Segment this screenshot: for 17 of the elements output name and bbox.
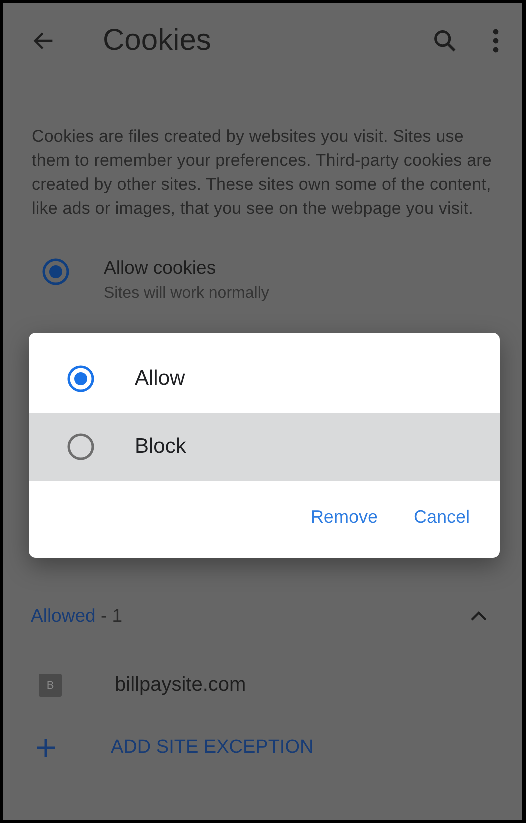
search-icon bbox=[432, 28, 458, 54]
cookies-description: Cookies are files created by websites you visit. Sites use them to remember your preferences. Third-party cookies are created by other sites. These sites own some of the content, like ads or images, that you see on the webpage you visit. bbox=[32, 126, 493, 220]
radio-button[interactable] bbox=[66, 364, 96, 394]
dialog-option[interactable]: Block bbox=[29, 413, 500, 481]
chevron-icon[interactable] bbox=[470, 610, 488, 622]
site-favicon: B bbox=[39, 674, 62, 697]
page-title: Cookies bbox=[103, 24, 212, 58]
dialog-button[interactable]: Remove bbox=[302, 501, 386, 534]
radio-button[interactable] bbox=[66, 432, 96, 462]
radio-button[interactable] bbox=[41, 257, 71, 287]
more-vertical-icon bbox=[492, 28, 500, 54]
dialog-option[interactable]: Allow bbox=[29, 345, 500, 413]
option-label: Allow cookies bbox=[104, 257, 218, 279]
plus-icon bbox=[35, 737, 57, 759]
dialog-button[interactable]: Cancel bbox=[406, 501, 478, 534]
site-name[interactable]: billpaysite.com bbox=[115, 674, 246, 697]
section-header[interactable]: Allowed - 1 bbox=[31, 605, 123, 627]
